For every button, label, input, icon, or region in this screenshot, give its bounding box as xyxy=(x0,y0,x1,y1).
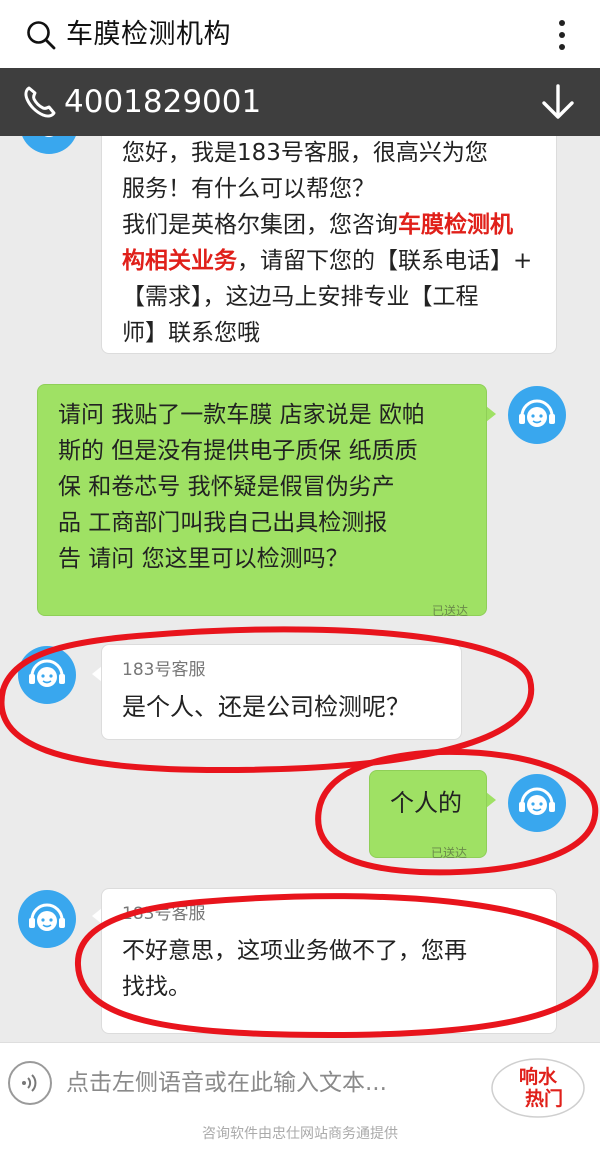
message-line: 找找。 xyxy=(122,974,191,1000)
sender-name: 183号客服 xyxy=(122,904,206,924)
phone-bar[interactable]: 4001829001 xyxy=(0,68,600,136)
message-line: 不好意思，这项业务做不了，您再 xyxy=(122,938,467,964)
search-icon[interactable] xyxy=(26,20,56,50)
message-line: 师】联系您哦 xyxy=(122,320,260,346)
message-line: 请问 我贴了一款车膜 店家说是 欧帕 xyxy=(58,402,425,428)
message-line: 构相关业务，请留下您的【联系电话】+ xyxy=(122,243,556,279)
user-message: 个人的 已送达 xyxy=(369,770,487,860)
chat-area[interactable]: 您好，我是183号客服，很高兴为您 服务！有什么可以帮您？ 我们是英格尔集团，您… xyxy=(0,136,600,1042)
message-line: 您好，我是183号客服，很高兴为您 xyxy=(122,140,488,166)
svg-text:热门: 热门 xyxy=(525,1087,563,1110)
message-line: 保 和卷芯号 我怀疑是假冒伪劣产 xyxy=(58,474,395,500)
search-query[interactable]: 车膜检测机构 xyxy=(66,15,231,55)
voice-icon xyxy=(22,1074,37,1092)
message-line: 【需求】，这边马上安排专业【工程 xyxy=(122,284,479,310)
message-text: 是个人、还是公司检测呢？ xyxy=(122,693,410,721)
search-bar[interactable]: 车膜检测机构 xyxy=(0,0,600,68)
message-text: 我们是英格尔集团，您咨询 xyxy=(122,212,398,238)
message-input[interactable] xyxy=(66,1061,466,1105)
message-line: 品 工商部门叫我自己出具检测报 xyxy=(58,510,388,536)
agent-avatar xyxy=(18,890,76,948)
message-line: 告 请问 您这里可以检测吗？ xyxy=(58,546,349,572)
message-text: 个人的 xyxy=(390,789,462,817)
bubble-tail xyxy=(486,406,496,422)
phone-number[interactable]: 4001829001 xyxy=(64,82,261,122)
message-line: 斯的 但是没有提供电子质保 纸质质 xyxy=(58,438,418,464)
highlight-text: 构相关业务 xyxy=(122,248,237,274)
agent-message: 您好，我是183号客服，很高兴为您 服务！有什么可以帮您？ 我们是英格尔集团，您… xyxy=(101,136,557,354)
sent-status: 已送达 xyxy=(431,846,468,860)
agent-message: 183号客服 不好意思，这项业务做不了，您再 找找。 xyxy=(101,888,557,1034)
phone-icon[interactable] xyxy=(20,82,60,122)
message-line: 服务！有什么可以帮您？ xyxy=(122,176,375,202)
agent-avatar xyxy=(18,646,76,704)
message-text: ，请留下您的【联系电话】+ xyxy=(237,248,533,274)
bubble-tail xyxy=(486,792,496,808)
highlight-text: 车膜检测机 xyxy=(398,212,513,238)
user-message: 请问 我贴了一款车膜 店家说是 欧帕 斯的 但是没有提供电子质保 纸质质 保 和… xyxy=(37,384,487,618)
agent-avatar xyxy=(20,136,78,154)
headset-icon xyxy=(29,659,65,687)
user-avatar xyxy=(508,774,566,832)
more-vert-icon[interactable] xyxy=(552,18,572,52)
arrow-down-icon[interactable] xyxy=(538,82,578,122)
svg-text:响水: 响水 xyxy=(519,1065,558,1088)
input-bar: 响水 热门 xyxy=(0,1042,600,1124)
headset-icon xyxy=(519,399,555,427)
headset-icon xyxy=(519,787,555,815)
agent-message: 183号客服 是个人、还是公司检测呢？ xyxy=(101,644,462,740)
user-avatar xyxy=(508,386,566,444)
sender-name: 183号客服 xyxy=(122,660,206,680)
sent-status: 已送达 xyxy=(432,604,469,618)
brand-logo: 响水 热门 xyxy=(488,1055,588,1121)
voice-button[interactable] xyxy=(8,1061,52,1105)
headset-icon xyxy=(44,136,54,137)
message-line: 我们是英格尔集团，您咨询车膜检测机 xyxy=(122,207,556,243)
footer-credit: 咨询软件由忠仕网站商务通提供 xyxy=(0,1124,600,1157)
headset-icon xyxy=(29,903,65,931)
